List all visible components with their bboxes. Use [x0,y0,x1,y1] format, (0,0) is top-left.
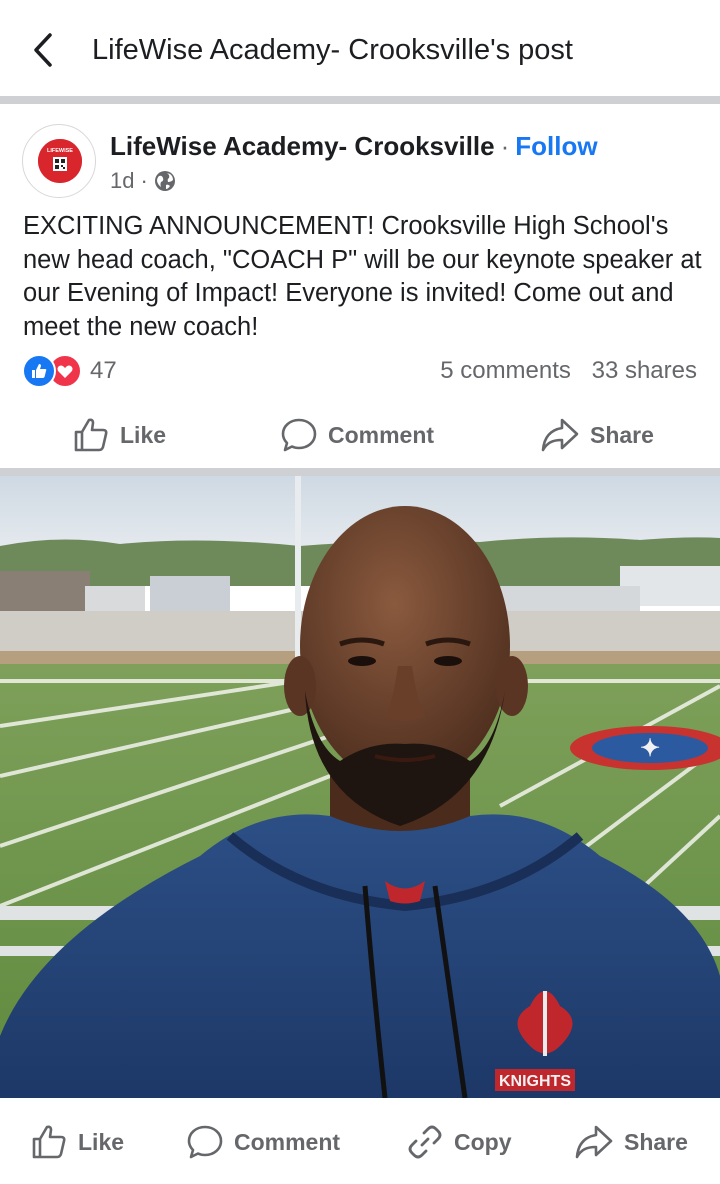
page-title: LifeWise Academy- Crooksville's post [92,34,573,66]
divider [0,468,720,476]
post-meta: 1d · [110,166,176,196]
lifewise-logo: LIFEWISE [38,139,82,183]
share-icon [541,418,579,452]
post-time[interactable]: 1d [110,166,134,196]
separator-dot: · [500,131,510,161]
svg-text:LIFEWISE: LIFEWISE [47,148,73,154]
meta-separator: · [140,168,148,193]
thumbs-up-icon [32,1125,66,1159]
copy-button[interactable]: Copy [406,1120,512,1164]
like-button[interactable]: Like [72,405,166,465]
engagement-counts: 5 comments 33 shares [440,354,697,388]
bottom-share-button[interactable]: Share [574,1120,688,1164]
share-label: Share [590,421,654,448]
share-button[interactable]: Share [540,405,654,465]
comment-label: Comment [328,421,435,448]
svg-text:✦: ✦ [640,735,660,762]
thumbs-up-icon [74,418,108,452]
back-button[interactable] [26,28,62,72]
post-action-bar: Like Comment Share [0,405,720,465]
chevron-left-icon [34,33,52,67]
avatar-logo: LIFEWISE [38,139,82,183]
top-bar: LifeWise Academy- Crooksville's post [0,0,720,96]
bottom-like-button[interactable]: Like [30,1120,124,1164]
copy-label: Copy [454,1128,512,1155]
author-name[interactable]: LifeWise Academy- Crooksville [110,131,495,161]
coach-photo: ✦ KNIGHTS [0,476,720,1098]
globe-icon [154,171,175,191]
reaction-count: 47 [90,357,117,384]
link-icon [408,1125,442,1159]
comments-count[interactable]: 5 comments [440,357,571,384]
follow-button[interactable]: Follow [515,131,597,161]
page-avatar[interactable]: LIFEWISE [22,124,96,198]
post-photo[interactable]: ✦ KNIGHTS [0,476,720,1098]
bottom-share-label: Share [624,1128,688,1155]
like-label: Like [120,421,167,448]
comment-button[interactable]: Comment [280,405,434,465]
shares-count[interactable]: 33 shares [592,357,697,384]
comment-icon [187,1125,223,1159]
bottom-comment-label: Comment [234,1128,341,1155]
post-author-line: LifeWise Academy- Crooksville · Follow [110,128,598,164]
post-text: EXCITING ANNOUNCEMENT! Crooksville High … [23,212,702,341]
comment-icon [281,418,317,452]
bottom-action-bar: Like Comment Copy Share [0,1098,720,1184]
hoodie-text: KNIGHTS [499,1073,571,1090]
like-reaction-icon [22,354,56,388]
reactions-summary[interactable]: 47 [22,354,117,388]
share-icon [575,1125,613,1159]
bottom-comment-button[interactable]: Comment [186,1120,340,1164]
bottom-like-label: Like [78,1128,125,1155]
divider [0,96,720,104]
